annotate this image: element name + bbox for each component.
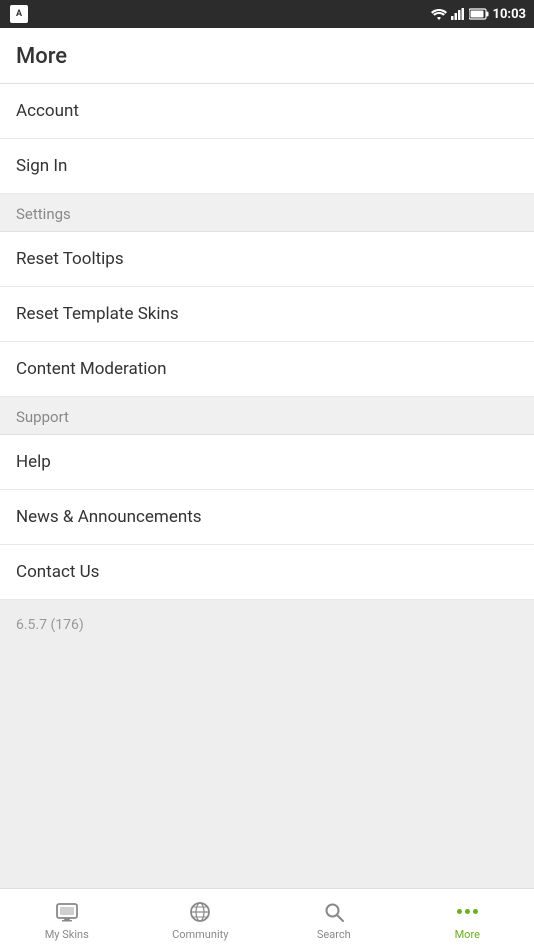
nav-item-more-label: More	[455, 928, 480, 941]
menu-section-settings: Settings	[0, 194, 534, 232]
page-title-bar: More	[0, 28, 534, 84]
more-dot-1	[457, 909, 462, 914]
nav-item-more[interactable]: More	[401, 893, 534, 947]
menu-item-sign-in[interactable]: Sign In	[0, 139, 534, 194]
menu-section-support: Support	[0, 397, 534, 435]
menu-item-account-label: Account	[16, 101, 79, 121]
menu-item-help-label: Help	[16, 452, 51, 472]
menu-item-contact-us-label: Contact Us	[16, 562, 99, 582]
content-area: More Account Sign In Settings Reset Tool…	[0, 28, 534, 888]
menu-list: Account Sign In Settings Reset Tooltips …	[0, 84, 534, 600]
menu-item-sign-in-label: Sign In	[16, 156, 67, 176]
wifi-icon	[431, 8, 447, 20]
nav-item-search[interactable]: Search	[267, 893, 401, 947]
nav-item-community[interactable]: Community	[134, 893, 268, 947]
signal-icon	[451, 8, 465, 20]
search-icon	[321, 899, 347, 925]
menu-item-content-moderation[interactable]: Content Moderation	[0, 342, 534, 397]
nav-item-community-label: Community	[172, 928, 228, 941]
more-icon	[454, 899, 480, 925]
menu-item-contact-us[interactable]: Contact Us	[0, 545, 534, 600]
status-bar: A 10:03	[0, 0, 534, 28]
menu-item-content-moderation-label: Content Moderation	[16, 359, 167, 379]
version-text: 6.5.7 (176)	[16, 617, 84, 633]
menu-item-account[interactable]: Account	[0, 84, 534, 139]
nav-item-my-skins-label: My Skins	[45, 928, 89, 941]
bottom-nav: My Skins Community Search	[0, 888, 534, 950]
page-title: More	[16, 44, 67, 69]
version-area: 6.5.7 (176)	[0, 600, 534, 888]
nav-item-search-label: Search	[317, 928, 351, 941]
status-bar-right: 10:03	[431, 7, 527, 22]
menu-item-help[interactable]: Help	[0, 435, 534, 490]
more-dot-3	[473, 909, 478, 914]
battery-icon	[469, 8, 489, 20]
menu-item-reset-template-skins-label: Reset Template Skins	[16, 304, 179, 324]
menu-item-reset-tooltips-label: Reset Tooltips	[16, 249, 124, 269]
app-logo: A	[10, 5, 28, 23]
status-time: 10:03	[493, 7, 527, 22]
menu-section-support-label: Support	[16, 408, 69, 426]
menu-item-news-announcements[interactable]: News & Announcements	[0, 490, 534, 545]
nav-item-my-skins[interactable]: My Skins	[0, 893, 134, 947]
more-dot-2	[465, 909, 470, 914]
community-icon	[187, 899, 213, 925]
status-bar-left: A	[10, 5, 28, 23]
menu-item-news-announcements-label: News & Announcements	[16, 507, 202, 527]
my-skins-icon	[54, 899, 80, 925]
menu-item-reset-tooltips[interactable]: Reset Tooltips	[0, 232, 534, 287]
menu-item-reset-template-skins[interactable]: Reset Template Skins	[0, 287, 534, 342]
menu-section-settings-label: Settings	[16, 205, 71, 223]
